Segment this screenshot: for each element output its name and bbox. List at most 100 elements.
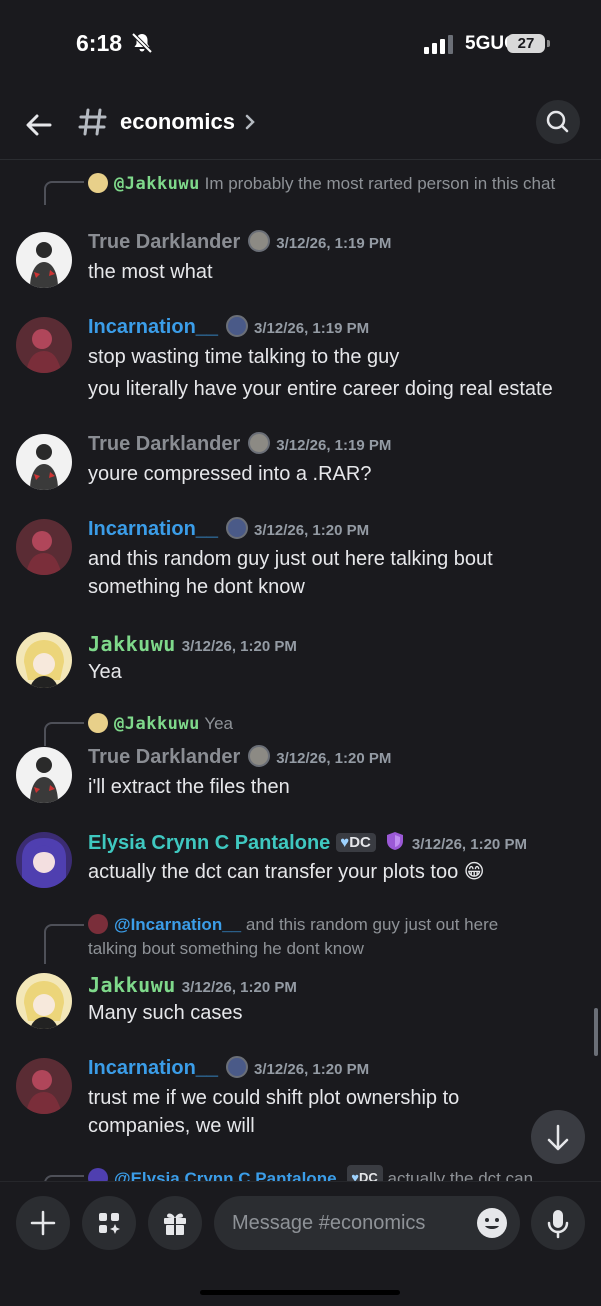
message-text: something he dont know xyxy=(88,576,305,598)
chevron-right-icon[interactable] xyxy=(242,112,258,132)
emoji-icon[interactable] xyxy=(476,1207,508,1239)
add-attachment-button[interactable] xyxy=(16,1196,70,1250)
author-name[interactable]: Elysia Crynn C Pantalone xyxy=(88,832,330,854)
message-composer: Message #economics xyxy=(0,1181,601,1306)
reply-preview[interactable]: @Jakkuwu Im probably the most rarted per… xyxy=(88,172,578,196)
plus-icon xyxy=(30,1210,56,1236)
message-author[interactable]: True Darklander 3/12/26, 1:19 PM xyxy=(88,432,391,456)
message-author[interactable]: Incarnation__ 3/12/26, 1:19 PM xyxy=(88,315,369,339)
message-timestamp: 3/12/26, 1:19 PM xyxy=(254,320,370,337)
heart-icon: ♥ xyxy=(340,834,350,851)
channel-title[interactable]: economics xyxy=(120,109,235,135)
avatar[interactable] xyxy=(16,317,72,373)
message-author[interactable]: True Darklander 3/12/26, 1:19 PM xyxy=(88,230,391,254)
author-name[interactable]: True Darklander xyxy=(88,231,240,253)
reply-text: Yea xyxy=(204,714,233,733)
shield-icon xyxy=(386,832,403,850)
status-bar: 6:18 5GUC 27 xyxy=(0,0,601,90)
message-list[interactable]: @Jakkuwu Im probably the most rarted per… xyxy=(0,161,601,1181)
avatar[interactable] xyxy=(16,1058,72,1114)
jump-to-bottom-button[interactable] xyxy=(531,1110,585,1164)
message-input[interactable]: Message #economics xyxy=(214,1196,520,1250)
avatar[interactable] xyxy=(16,632,72,688)
avatar[interactable] xyxy=(16,434,72,490)
message-timestamp: 3/12/26, 1:20 PM xyxy=(276,750,392,767)
reply-avatar xyxy=(88,1168,108,1181)
reply-mention: @Jakkuwu xyxy=(114,174,200,194)
message-author[interactable]: Jakkuwu 3/12/26, 1:20 PM xyxy=(88,632,297,656)
gift-button[interactable] xyxy=(148,1196,202,1250)
reply-mention: @Jakkuwu xyxy=(114,714,200,734)
search-button[interactable] xyxy=(536,100,580,144)
author-name[interactable]: Incarnation__ xyxy=(88,518,218,540)
message-timestamp: 3/12/26, 1:20 PM xyxy=(411,836,527,853)
server-badge-icon xyxy=(226,315,249,337)
message-text: Many such cases xyxy=(88,1002,243,1024)
reply-preview[interactable]: @Elysia Crynn C Pantalone ♥DC actually t… xyxy=(88,1165,533,1181)
author-name[interactable]: Jakkuwu xyxy=(88,973,176,997)
guild-tag-label: DC xyxy=(349,834,371,851)
reply-preview[interactable]: @Incarnation__ and this random guy just … xyxy=(88,913,568,937)
guild-tag: ♥DC xyxy=(347,1165,383,1181)
message-author[interactable]: Elysia Crynn C Pantalone ♥DC 3/12/26, 1:20… xyxy=(88,830,527,855)
message-author[interactable]: Incarnation__ 3/12/26, 1:20 PM xyxy=(88,517,369,541)
back-arrow-icon[interactable] xyxy=(22,108,56,142)
microphone-icon xyxy=(547,1210,569,1239)
message-timestamp: 3/12/26, 1:20 PM xyxy=(181,979,297,996)
message-text: i'll extract the files then xyxy=(88,776,290,798)
avatar[interactable] xyxy=(16,747,72,803)
message-text: the most what xyxy=(88,261,213,283)
arrow-down-icon xyxy=(547,1124,569,1151)
message-text: youre compressed into a .RAR? xyxy=(88,463,372,485)
reply-text: actually the dct can xyxy=(387,1169,534,1181)
message-text: actually the dct can transfer your plots… xyxy=(88,861,485,883)
reply-text: Im probably the most rarted person in th… xyxy=(204,174,556,193)
heart-icon: ♥ xyxy=(351,1170,359,1181)
reply-connector xyxy=(44,924,84,964)
message-text: and this random guy just out here talkin… xyxy=(88,548,493,570)
voice-message-button[interactable] xyxy=(531,1196,585,1250)
status-time: 6:18 xyxy=(76,30,123,56)
search-icon xyxy=(546,110,569,133)
message-placeholder: Message #economics xyxy=(232,1212,426,1234)
battery-icon: 27 xyxy=(507,34,545,53)
guild-tag-label: DC xyxy=(358,1170,378,1181)
gift-icon xyxy=(164,1213,186,1235)
bell-muted-icon xyxy=(131,32,153,54)
avatar[interactable] xyxy=(16,973,72,1029)
scrollbar[interactable] xyxy=(594,1008,598,1056)
hash-icon xyxy=(78,108,107,136)
reply-mention: @Incarnation__ xyxy=(114,915,242,934)
reply-avatar xyxy=(88,713,108,733)
author-name[interactable]: True Darklander xyxy=(88,433,240,455)
server-badge-icon xyxy=(226,1056,249,1078)
message-text: Yea xyxy=(88,661,122,683)
server-badge-icon xyxy=(226,517,249,539)
avatar[interactable] xyxy=(16,232,72,288)
message-timestamp: 3/12/26, 1:20 PM xyxy=(254,1061,370,1078)
avatar[interactable] xyxy=(16,519,72,575)
reply-mention: @Elysia Crynn C Pantalone xyxy=(114,1169,337,1181)
message-timestamp: 3/12/26, 1:19 PM xyxy=(276,437,392,454)
author-name[interactable]: Incarnation__ xyxy=(88,1057,218,1079)
reply-avatar xyxy=(88,914,108,934)
signal-icon xyxy=(424,35,453,54)
server-badge-icon xyxy=(248,432,271,454)
avatar[interactable] xyxy=(16,832,72,888)
apps-button[interactable] xyxy=(82,1196,136,1250)
sparkle-apps-icon xyxy=(99,1213,120,1234)
author-name[interactable]: Incarnation__ xyxy=(88,316,218,338)
message-author[interactable]: Incarnation__ 3/12/26, 1:20 PM xyxy=(88,1056,369,1080)
author-name[interactable]: True Darklander xyxy=(88,746,240,768)
message-timestamp: 3/12/26, 1:19 PM xyxy=(276,235,392,252)
channel-header: economics xyxy=(0,90,601,160)
server-badge-icon xyxy=(248,230,271,252)
author-name[interactable]: Jakkuwu xyxy=(88,632,176,656)
message-timestamp: 3/12/26, 1:20 PM xyxy=(181,638,297,655)
reply-connector xyxy=(44,181,84,205)
reply-text: and this random guy just out here xyxy=(245,915,499,934)
reply-preview[interactable]: @Jakkuwu Yea xyxy=(88,712,233,736)
message-text: stop wasting time talking to the guy xyxy=(88,346,400,368)
message-author[interactable]: True Darklander 3/12/26, 1:20 PM xyxy=(88,745,391,769)
message-author[interactable]: Jakkuwu 3/12/26, 1:20 PM xyxy=(88,973,297,997)
